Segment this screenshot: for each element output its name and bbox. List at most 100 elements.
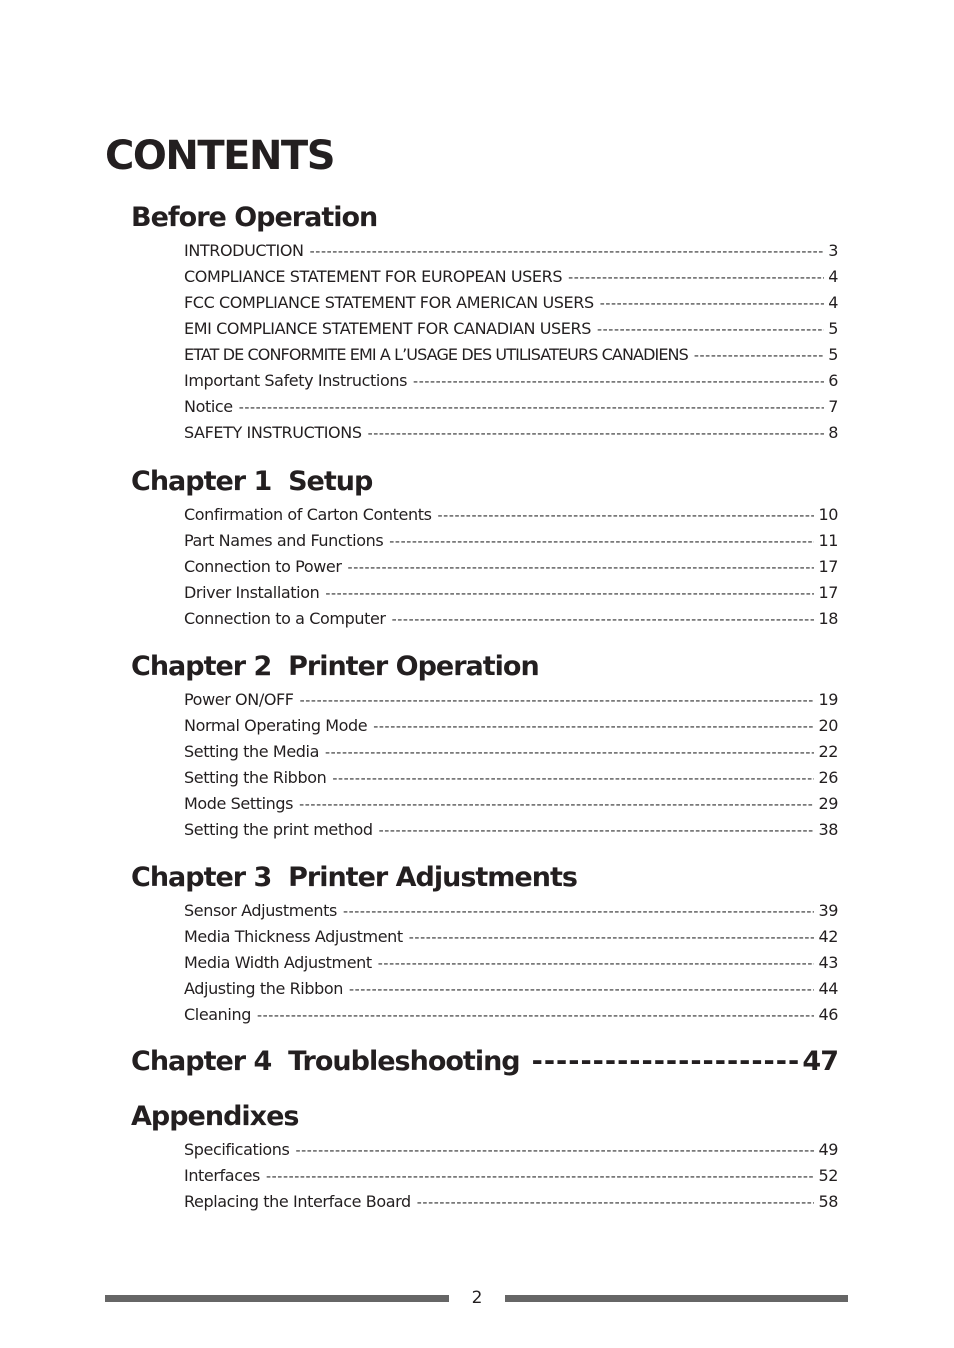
- toc-entry[interactable]: ETAT DE CONFORMITE EMI A L’USAGE DES UTI…: [184, 342, 838, 368]
- dot-leader: ----------------------------------------…: [599, 296, 824, 312]
- entry-page: 42: [818, 927, 838, 946]
- entry-page: 44: [818, 979, 838, 998]
- dot-leader: ----------------------------------------…: [389, 534, 814, 550]
- entry-page: 5: [828, 319, 838, 338]
- toc-section-appendixes: Appendixes Specifications ---------------…: [131, 1100, 838, 1215]
- footer-rule-left: [105, 1295, 449, 1302]
- entry-title: Confirmation of Carton Contents: [184, 505, 432, 524]
- entry-page: 58: [818, 1192, 838, 1211]
- toc-entry-list: Power ON/OFF ----------------------------…: [184, 687, 838, 843]
- entry-title: Driver Installation: [184, 583, 320, 602]
- entry-title: Connection to a Computer: [184, 609, 386, 628]
- entry-title: Setting the print method: [184, 820, 373, 839]
- entry-title: Adjusting the Ribbon: [184, 979, 343, 998]
- dot-leader: ----------------------------------------…: [256, 1008, 815, 1024]
- entry-page: 4: [828, 267, 838, 286]
- dot-leader: ----------------------------------------…: [408, 930, 815, 946]
- dot-leader: ----------------------------------------…: [349, 982, 814, 998]
- entry-page: 52: [818, 1166, 838, 1185]
- entry-page: 5: [828, 345, 838, 364]
- section-heading[interactable]: Chapter 1 Setup: [131, 465, 838, 499]
- entry-page: 8: [828, 423, 838, 442]
- toc-entry[interactable]: SAFETY INSTRUCTIONS ---------------------…: [184, 420, 838, 446]
- dot-leader: ----------------------------------------…: [377, 956, 815, 972]
- entry-title: Normal Operating Mode: [184, 716, 368, 735]
- page-title: CONTENTS: [105, 133, 336, 179]
- dot-leader: ----------------------------------------…: [265, 1169, 815, 1185]
- entry-title: Notice: [184, 397, 233, 416]
- toc-entry[interactable]: Setting the print method ----------------…: [184, 817, 838, 843]
- entry-title: Media Thickness Adjustment: [184, 927, 403, 946]
- section-heading[interactable]: Chapter 4 Troubleshooting ---------------…: [131, 1045, 839, 1079]
- dot-leader: ----------------------------------------…: [568, 270, 824, 286]
- toc-entry-list: Confirmation of Carton Contents ---------…: [184, 502, 838, 632]
- dot-leader: ----------------------------------------…: [693, 348, 824, 364]
- toc-entry[interactable]: Connection to Power ---------------------…: [184, 554, 838, 580]
- dot-leader: ----------------------------------------…: [373, 719, 815, 735]
- toc-entry[interactable]: Normal Operating Mode -------------------…: [184, 713, 838, 739]
- toc-entry[interactable]: Connection to a Computer ----------------…: [184, 606, 838, 632]
- toc-entry[interactable]: Media Width Adjustment ------------------…: [184, 950, 838, 976]
- toc-section-chapter-4: Chapter 4 Troubleshooting ---------------…: [131, 1045, 839, 1079]
- entry-title: Mode Settings: [184, 794, 294, 813]
- entry-title: EMI COMPLIANCE STATEMENT FOR CANADIAN US…: [184, 319, 591, 338]
- toc-entry[interactable]: INTRODUCTION ----------------------------…: [184, 238, 838, 264]
- entry-title: Part Names and Functions: [184, 531, 384, 550]
- section-heading[interactable]: Chapter 3 Printer Adjustments: [131, 861, 838, 895]
- section-page: 47: [802, 1046, 839, 1077]
- entry-page: 49: [818, 1140, 838, 1159]
- entry-title: Setting the Media: [184, 742, 319, 761]
- entry-title: Replacing the Interface Board: [184, 1192, 411, 1211]
- entry-page: 20: [818, 716, 838, 735]
- toc-entry[interactable]: Setting the Ribbon ----------------------…: [184, 765, 838, 791]
- entry-title: Specifications: [184, 1140, 290, 1159]
- entry-title: COMPLIANCE STATEMENT FOR EUROPEAN USERS: [184, 267, 563, 286]
- dot-leader: ----------------------------------------…: [238, 400, 824, 416]
- toc-entry[interactable]: Important Safety Instructions -----------…: [184, 368, 838, 394]
- toc-entry[interactable]: EMI COMPLIANCE STATEMENT FOR CANADIAN US…: [184, 316, 838, 342]
- entry-title: FCC COMPLIANCE STATEMENT FOR AMERICAN US…: [184, 293, 594, 312]
- entry-title: Power ON/OFF: [184, 690, 294, 709]
- entry-title: Cleaning: [184, 1005, 251, 1024]
- toc-entry[interactable]: Power ON/OFF ----------------------------…: [184, 687, 838, 713]
- toc-entry-list: Sensor Adjustments ----------------------…: [184, 898, 838, 1028]
- entry-page: 39: [818, 901, 838, 920]
- section-heading[interactable]: Appendixes: [131, 1100, 838, 1134]
- toc-entry[interactable]: Interfaces ------------------------------…: [184, 1163, 838, 1189]
- dot-leader: ----------------------------------------…: [324, 745, 815, 761]
- toc-section-chapter-3: Chapter 3 Printer Adjustments Sensor Adj…: [131, 861, 838, 1028]
- toc-entry[interactable]: Mode Settings ---------------------------…: [184, 791, 838, 817]
- page-number: 2: [471, 1288, 483, 1308]
- dot-leader: ----------------------------------------…: [309, 244, 824, 260]
- dot-leader: ----------------------------------------…: [342, 904, 815, 920]
- dot-leader: ----------------------------------------…: [325, 586, 815, 602]
- toc-entry[interactable]: Sensor Adjustments ----------------------…: [184, 898, 838, 924]
- entry-page: 4: [828, 293, 838, 312]
- toc-entry-list: INTRODUCTION ----------------------------…: [184, 238, 838, 446]
- section-heading[interactable]: Chapter 2 Printer Operation: [131, 650, 838, 684]
- toc-entry[interactable]: Adjusting the Ribbon --------------------…: [184, 976, 838, 1002]
- toc-entry[interactable]: Driver Installation ---------------------…: [184, 580, 838, 606]
- entry-title: Setting the Ribbon: [184, 768, 327, 787]
- toc-section-before-operation: Before Operation INTRODUCTION -----------…: [131, 201, 838, 446]
- toc-entry[interactable]: Part Names and Functions ----------------…: [184, 528, 838, 554]
- toc-entry[interactable]: Confirmation of Carton Contents ---------…: [184, 502, 838, 528]
- toc-entry[interactable]: FCC COMPLIANCE STATEMENT FOR AMERICAN US…: [184, 290, 838, 316]
- toc-entry[interactable]: Notice ----------------------------------…: [184, 394, 838, 420]
- toc-entry[interactable]: Setting the Media -----------------------…: [184, 739, 838, 765]
- dot-leader: ----------------------------------------…: [437, 508, 815, 524]
- toc-entry[interactable]: Media Thickness Adjustment --------------…: [184, 924, 838, 950]
- entry-title: Important Safety Instructions: [184, 371, 408, 390]
- entry-title: ETAT DE CONFORMITE EMI A L’USAGE DES UTI…: [184, 345, 689, 364]
- toc-entry[interactable]: Cleaning --------------------------------…: [184, 1002, 838, 1028]
- toc-entry[interactable]: Specifications --------------------------…: [184, 1137, 838, 1163]
- entry-page: 3: [828, 241, 838, 260]
- footer-rule-right: [505, 1295, 848, 1302]
- toc-entry-list: Specifications --------------------------…: [184, 1137, 838, 1215]
- entry-page: 11: [818, 531, 838, 550]
- toc-entry[interactable]: COMPLIANCE STATEMENT FOR EUROPEAN USERS -…: [184, 264, 838, 290]
- toc-entry[interactable]: Replacing the Interface Board -----------…: [184, 1189, 838, 1215]
- dot-leader: ----------------------------------------…: [299, 797, 815, 813]
- entry-page: 18: [818, 609, 838, 628]
- section-heading[interactable]: Before Operation: [131, 201, 838, 235]
